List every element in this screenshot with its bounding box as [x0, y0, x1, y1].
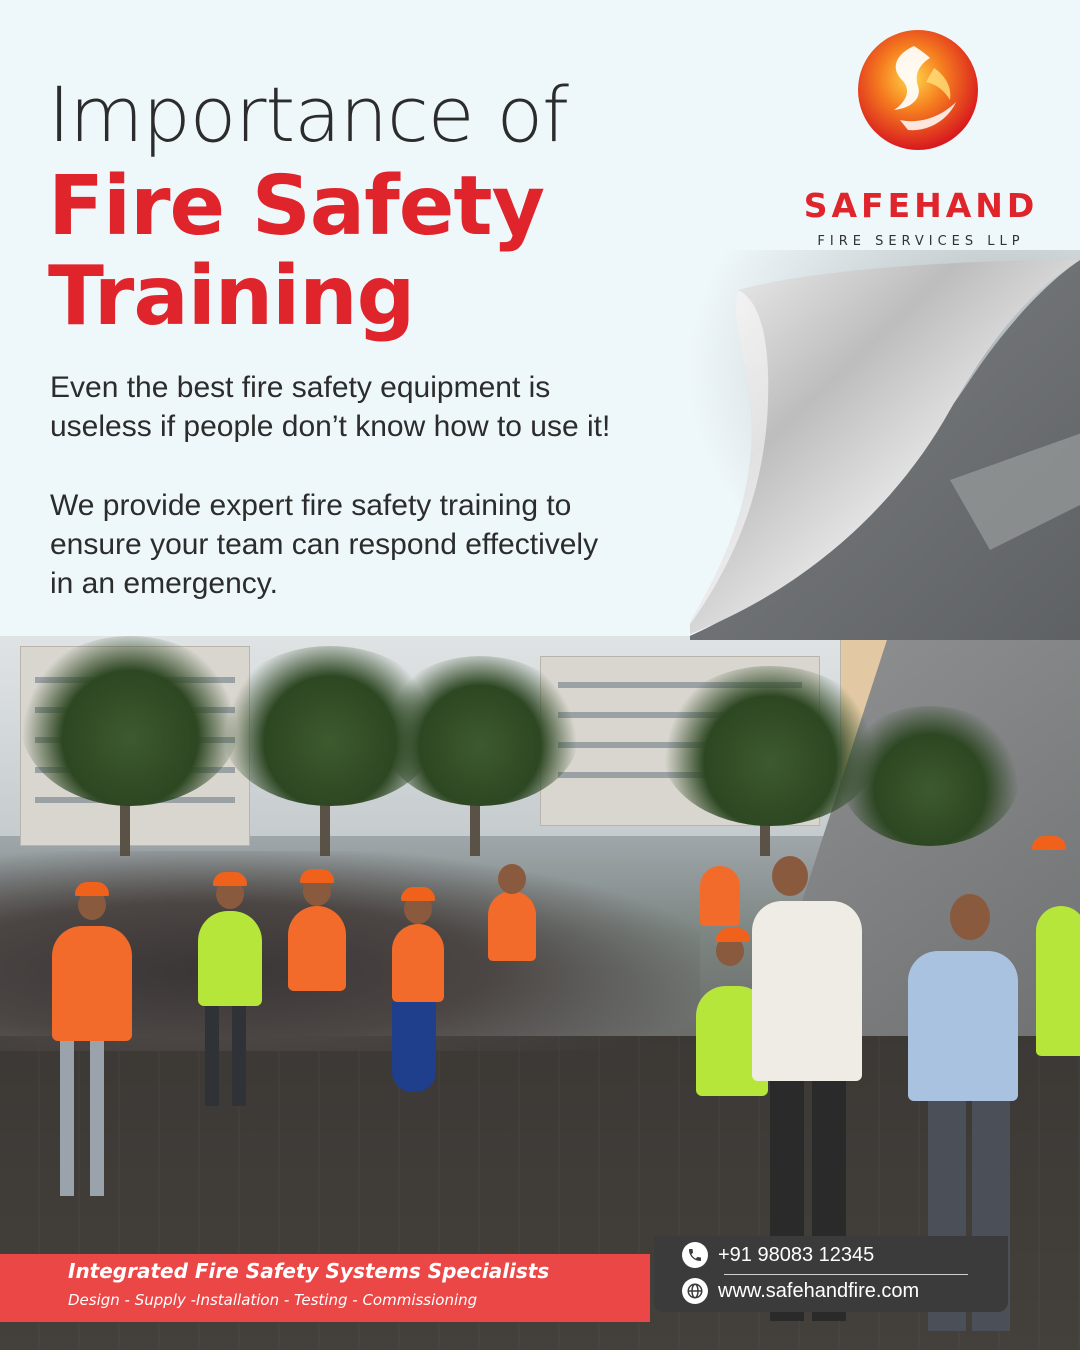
- intro-line: useless if people don’t know how to use …: [50, 410, 611, 443]
- contact-box: +91 98083 12345 www.safehandfire.com: [654, 1236, 1008, 1312]
- phone-icon: [682, 1242, 708, 1268]
- service-list: Design - Supply -Installation - Testing …: [68, 1291, 478, 1309]
- flame-swirl-logo-icon: [858, 30, 978, 150]
- staff-member-blue-shirt: [908, 951, 1018, 1101]
- brand-name: SAFEHAND: [803, 186, 1039, 225]
- instructor: [752, 901, 862, 1081]
- service-line: We provide expert fire safety training t…: [50, 489, 572, 522]
- brand-subtitle: FIRE SERVICES LLP: [817, 234, 1025, 249]
- palm-tree: [380, 656, 580, 806]
- trainee-green-vest: [198, 911, 262, 1006]
- headline-intro: Importance of: [48, 70, 569, 159]
- palm-tree: [840, 706, 1020, 846]
- poster: Importance of Fire Safety Training Even …: [0, 0, 1080, 1350]
- phone-number[interactable]: +91 98083 12345: [718, 1244, 874, 1267]
- phone-contact[interactable]: +91 98083 12345: [682, 1240, 874, 1270]
- service-paragraph: We provide expert fire safety training t…: [50, 486, 690, 603]
- contact-divider: [724, 1274, 968, 1275]
- headline-main: Fire Safety Training: [48, 159, 545, 344]
- intro-line: Even the best fire safety equipment is: [50, 371, 551, 404]
- website-contact[interactable]: www.safehandfire.com: [682, 1276, 919, 1306]
- headline-line-fire-safety: Fire Safety: [48, 159, 545, 254]
- palm-tree: [20, 636, 240, 806]
- trainee-orange-vest: [392, 924, 444, 1002]
- trainee-orange-vest: [700, 866, 740, 926]
- headline-line-training: Training: [48, 249, 415, 344]
- trainee-orange-vest: [288, 906, 346, 991]
- service-line: in an emergency.: [50, 567, 278, 600]
- website-link[interactable]: www.safehandfire.com: [718, 1280, 919, 1303]
- globe-icon: [682, 1278, 708, 1304]
- trainee-orange-vest: [52, 926, 132, 1041]
- trainee-orange-vest: [488, 891, 536, 961]
- company-tagline: Integrated Fire Safety Systems Specialis…: [68, 1259, 550, 1283]
- staff-member-green-vest: [1036, 906, 1080, 1056]
- safehand-logo: SAFEHAND FIRE SERVICES LLP: [786, 28, 1056, 249]
- intro-paragraph: Even the best fire safety equipment is u…: [50, 368, 690, 446]
- page-curl: [690, 260, 1080, 640]
- service-line: ensure your team can respond effectively: [50, 528, 599, 561]
